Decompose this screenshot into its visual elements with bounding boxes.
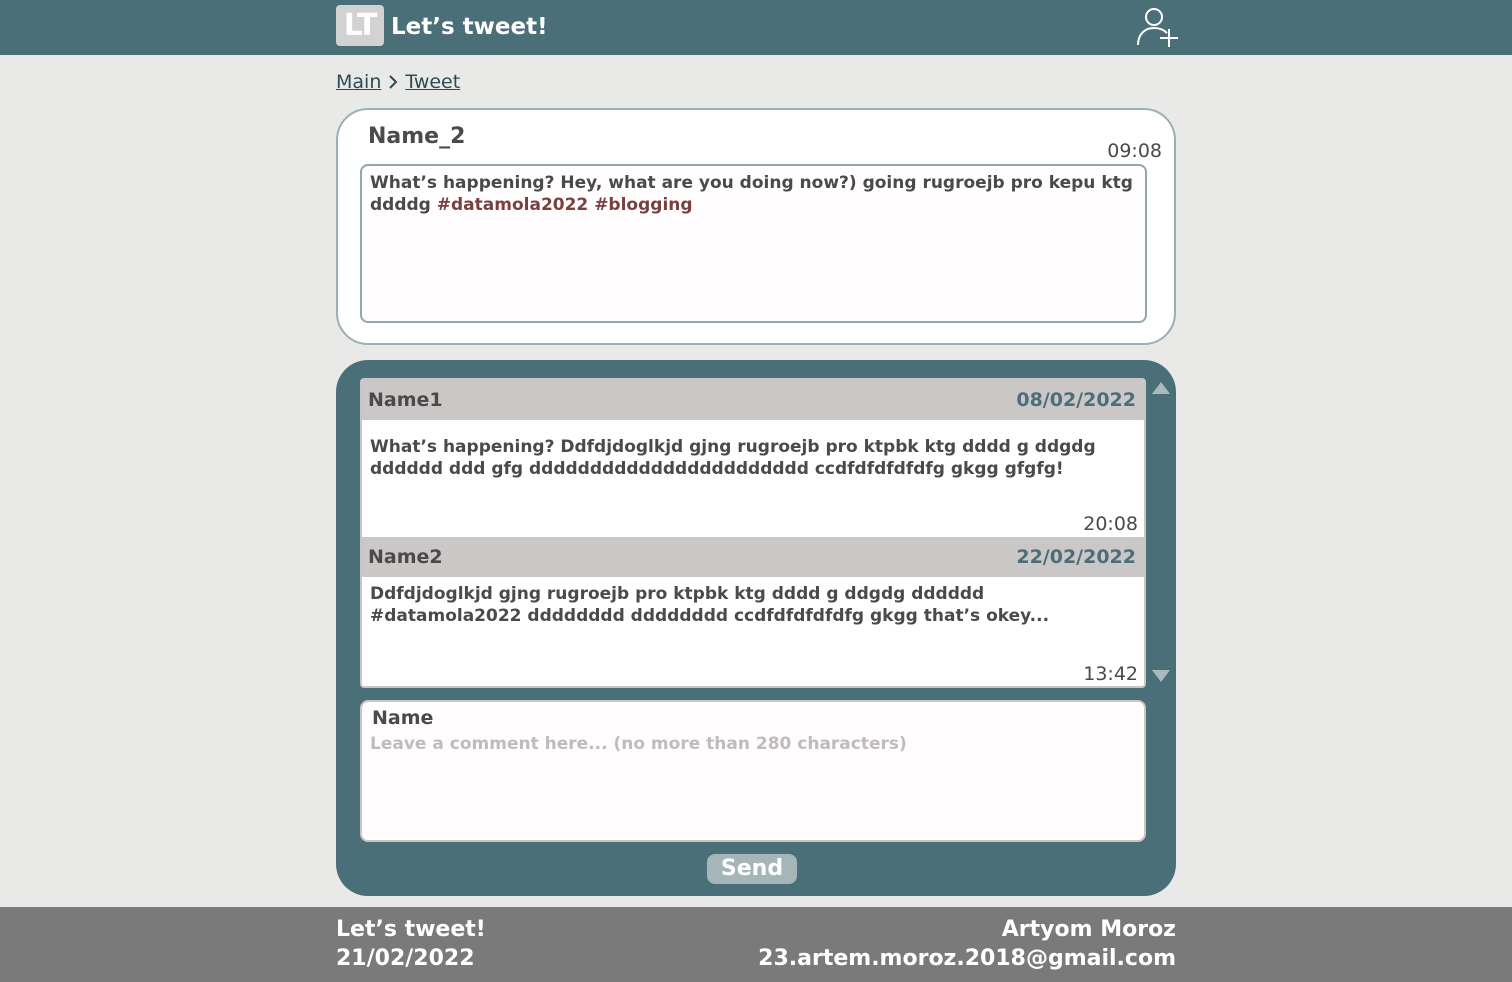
footer-author: Artyom Moroz bbox=[1001, 917, 1176, 942]
comment-text: What’s happening? Ddfdjdoglkjd gjng rugr… bbox=[370, 437, 1096, 479]
comments-list[interactable]: Name1 08/02/2022 What’s happening? Ddfdj… bbox=[360, 378, 1146, 688]
tweet-time: 09:08 bbox=[1107, 140, 1162, 162]
comment-time: 13:42 bbox=[1083, 663, 1138, 685]
comment-author[interactable]: Name2 bbox=[368, 546, 443, 568]
app-header: LT Let’s tweet! bbox=[0, 0, 1512, 55]
scroll-up-icon[interactable] bbox=[1152, 382, 1170, 394]
scroll-down-icon[interactable] bbox=[1152, 670, 1170, 682]
comment-item: Name1 08/02/2022 What’s happening? Ddfdj… bbox=[362, 380, 1144, 537]
breadcrumb-main[interactable]: Main bbox=[336, 71, 381, 93]
hashtag[interactable]: #datamola2022 bbox=[437, 195, 589, 215]
app-logo[interactable]: LT bbox=[336, 5, 384, 46]
hashtag[interactable]: #blogging bbox=[594, 195, 692, 215]
comment-form: Name bbox=[360, 700, 1146, 842]
comment-time: 20:08 bbox=[1083, 513, 1138, 535]
comment-form-name: Name bbox=[372, 707, 434, 729]
footer-app-name: Let’s tweet! bbox=[336, 917, 486, 942]
tweet-card: Name_2 09:08 What’s happening? Hey, what… bbox=[336, 108, 1176, 345]
comment-date: 22/02/2022 bbox=[1016, 546, 1136, 568]
comment-item: Name2 22/02/2022 Ddfdjdoglkjd gjng rugro… bbox=[362, 537, 1144, 686]
comment-author[interactable]: Name1 bbox=[368, 389, 443, 411]
page-footer: Let’s tweet! 21/02/2022 Artyom Moroz 23.… bbox=[0, 907, 1512, 982]
comment-header: Name2 22/02/2022 bbox=[362, 537, 1144, 577]
comment-input[interactable] bbox=[370, 734, 1136, 834]
comment-header: Name1 08/02/2022 bbox=[362, 380, 1144, 420]
send-button[interactable]: Send bbox=[707, 854, 797, 884]
comment-date: 08/02/2022 bbox=[1016, 389, 1136, 411]
footer-right: Artyom Moroz 23.artem.moroz.2018@gmail.c… bbox=[758, 915, 1176, 973]
chevron-right-icon bbox=[387, 74, 399, 90]
footer-left: Let’s tweet! 21/02/2022 bbox=[336, 915, 486, 973]
tweet-author[interactable]: Name_2 bbox=[368, 124, 465, 149]
user-plus-icon[interactable] bbox=[1134, 6, 1180, 48]
footer-email[interactable]: 23.artem.moroz.2018@gmail.com bbox=[758, 944, 1176, 973]
tweet-text-box: What’s happening? Hey, what are you doin… bbox=[360, 164, 1147, 323]
app-title[interactable]: Let’s tweet! bbox=[391, 12, 548, 42]
comments-panel: Name1 08/02/2022 What’s happening? Ddfdj… bbox=[336, 360, 1176, 896]
footer-date: 21/02/2022 bbox=[336, 946, 475, 971]
comment-text: Ddfdjdoglkjd gjng rugroejb pro ktpbk ktg… bbox=[370, 584, 1050, 626]
breadcrumb-tweet[interactable]: Tweet bbox=[405, 71, 460, 93]
breadcrumb: Main Tweet bbox=[336, 69, 460, 95]
